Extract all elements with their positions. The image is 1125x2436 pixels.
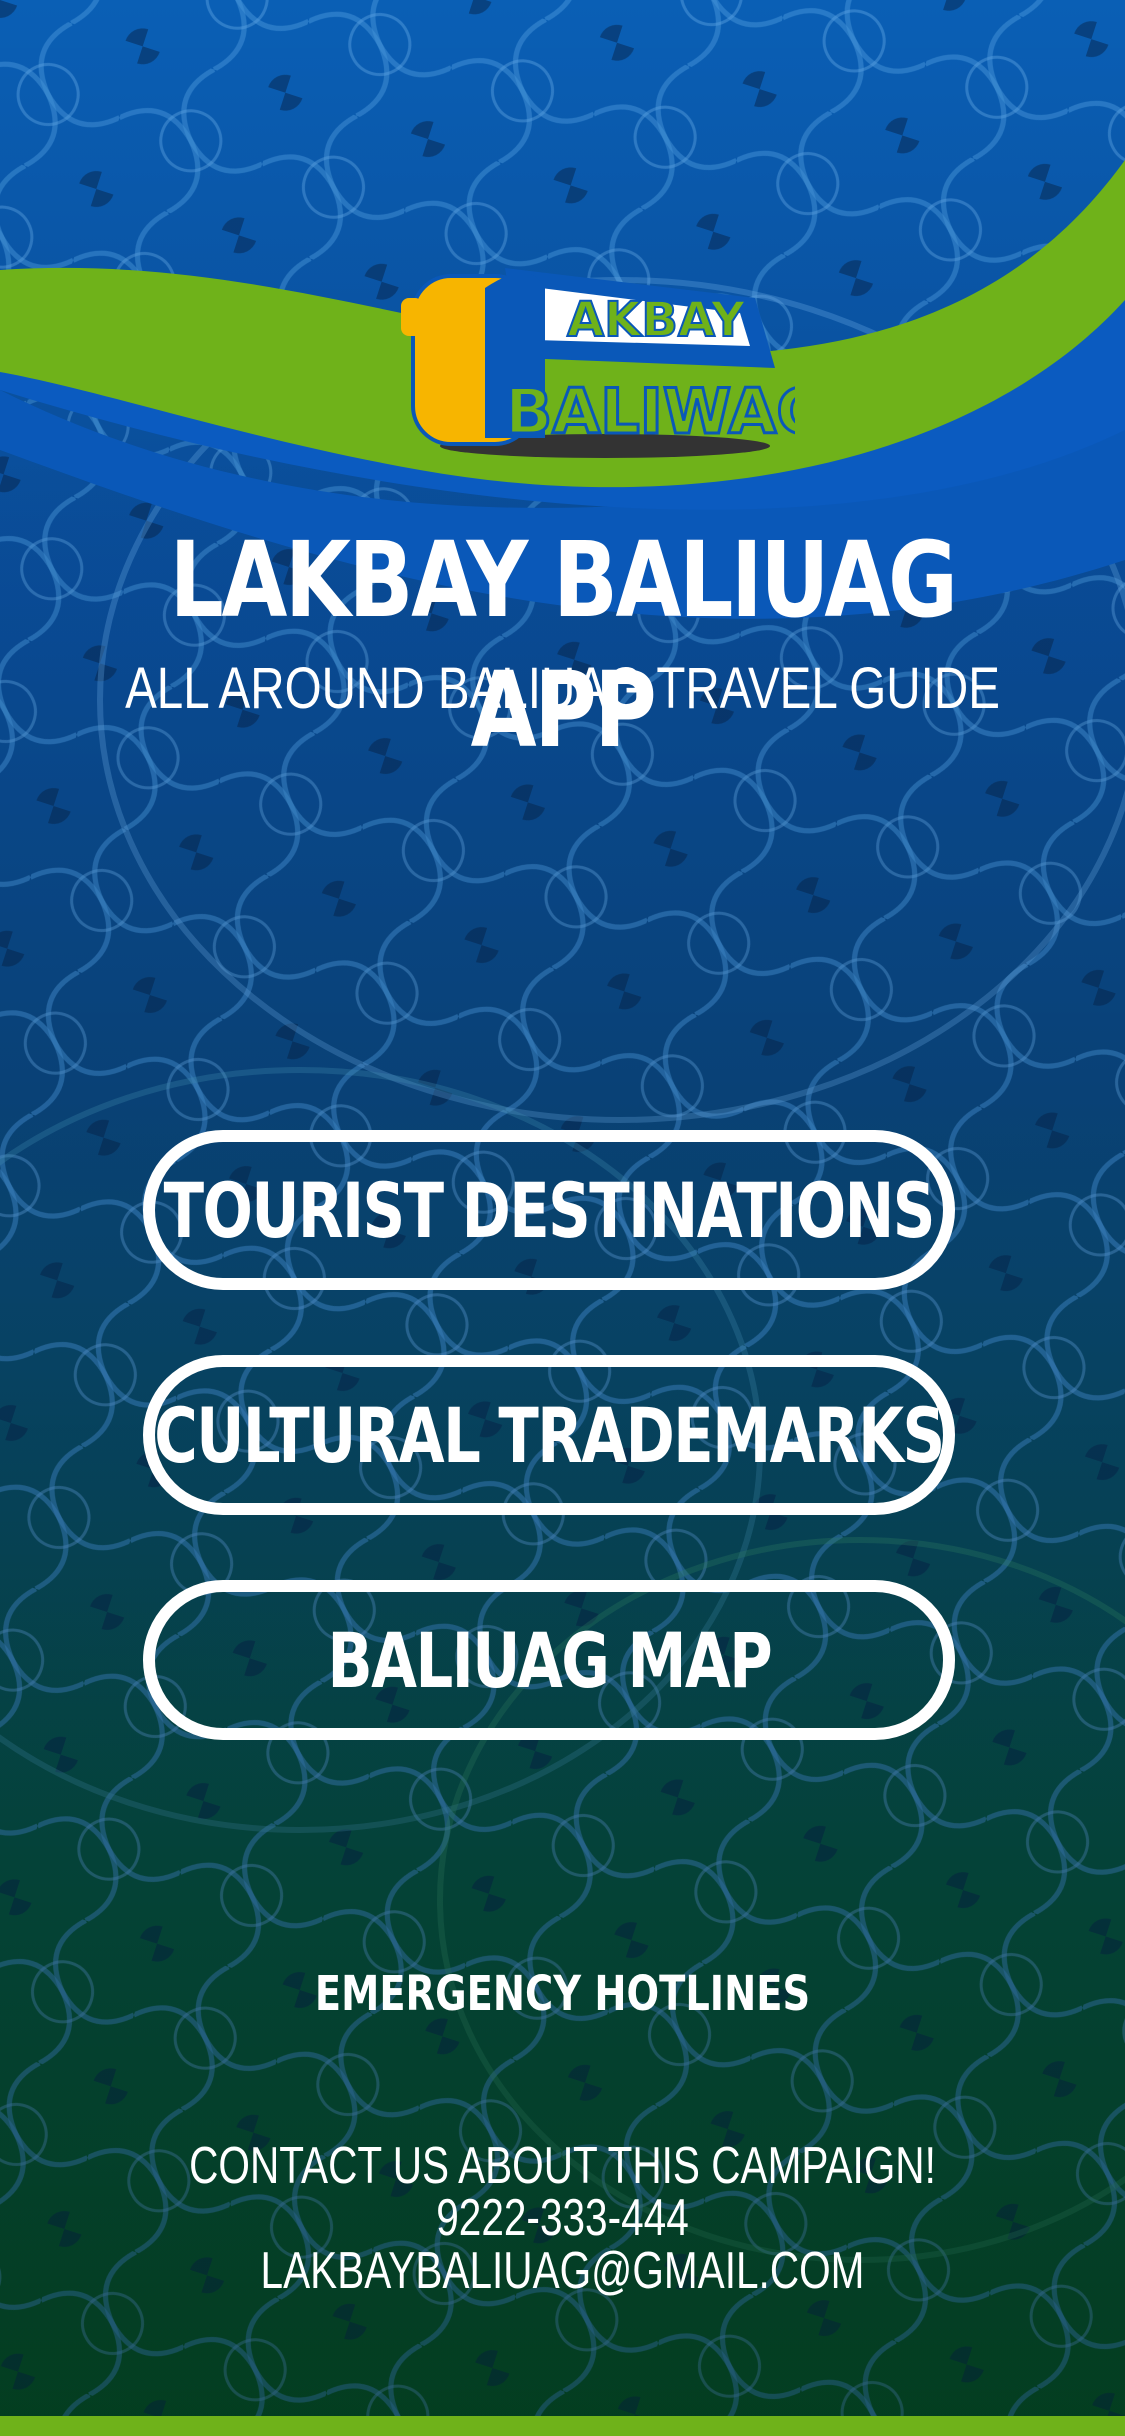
bottom-accent-bar (0, 2416, 1125, 2436)
contact-heading: CONTACT US ABOUT THIS CAMPAIGN! (189, 2137, 936, 2195)
emergency-hotlines-link[interactable]: EMERGENCY HOTLINES (113, 1962, 1013, 2026)
tourist-destinations-label: TOURIST DESTINATIONS (163, 1165, 936, 1255)
logo-text-top: AKBAY (567, 292, 746, 348)
baliuag-map-button[interactable]: BALIUAG MAP (143, 1580, 955, 1740)
lakbay-baliwag-logo: AKBAY BALIWAG (401, 268, 795, 458)
app-title: LAKBAY BALIUAG APP (169, 519, 958, 771)
contact-email[interactable]: LAKBAYBALIUAG@GMAIL.COM (124, 2243, 1002, 2299)
app-home-screen: AKBAY BALIWAG LAKBAY BALIUAG APP ALL ARO… (0, 0, 1125, 2436)
cultural-trademarks-button[interactable]: CULTURAL TRADEMARKS (143, 1355, 955, 1515)
tourist-destinations-button[interactable]: TOURIST DESTINATIONS (143, 1130, 955, 1290)
contact-phone[interactable]: 9222-333-444 (124, 2190, 1002, 2246)
cultural-trademarks-label: CULTURAL TRADEMARKS (154, 1390, 945, 1480)
logo-text-bottom: BALIWAG (505, 375, 795, 448)
baliuag-map-label: BALIUAG MAP (327, 1615, 772, 1705)
app-subtitle: ALL AROUND BALIUAG TRAVEL GUIDE (125, 656, 1000, 721)
